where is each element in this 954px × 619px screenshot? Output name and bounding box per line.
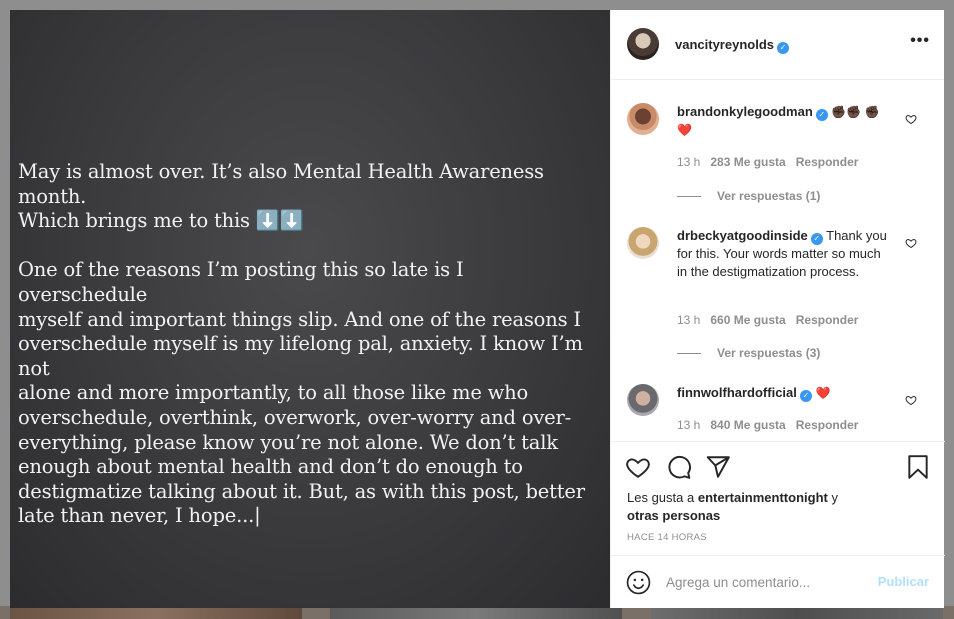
comment-likes-count[interactable]: 660 Me gusta (710, 313, 785, 327)
replies-divider (677, 196, 701, 198)
comment-body: brandonkylegoodman ✓ ✊🏿✊🏿 ✊🏿❤️ (677, 103, 892, 139)
commenter-avatar[interactable] (627, 227, 659, 259)
heart-icon[interactable] (625, 454, 651, 480)
commenter-avatar[interactable] (627, 103, 659, 135)
reply-button[interactable]: Responder (796, 313, 859, 327)
comment-body: drbeckyatgoodinside ✓ Thank you for this.… (677, 227, 892, 281)
verified-badge-icon: ✓ (777, 42, 789, 54)
replies-divider (677, 353, 701, 355)
comment-meta: 13 h 283 Me gusta Responder (677, 155, 868, 169)
post-image: May is almost over. It’s also Mental Hea… (10, 10, 610, 608)
author-username[interactable]: vancityreynolds ✓ (675, 37, 789, 54)
comment-input[interactable] (666, 571, 866, 593)
view-replies-label[interactable]: Ver respuestas (1) (717, 189, 820, 203)
verified-badge-icon: ✓ (815, 109, 828, 121)
comment-likes-count[interactable]: 283 Me gusta (710, 155, 785, 169)
verified-badge-icon: ✓ (810, 233, 823, 245)
comment-like-heart-icon[interactable] (905, 237, 917, 249)
comment-like-heart-icon[interactable] (905, 394, 917, 406)
comment-text: ❤️ (815, 386, 831, 400)
comment-like-heart-icon[interactable] (905, 113, 917, 125)
send-icon[interactable] (705, 454, 731, 480)
view-replies-label[interactable]: Ver respuestas (3) (717, 346, 820, 360)
likes-suffix: y (827, 490, 838, 505)
likes-others-link[interactable]: otras personas (627, 508, 720, 523)
post-paragraph-1: May is almost over. It’s also Mental Hea… (18, 160, 544, 233)
comment-age: 13 h (677, 155, 701, 169)
more-dots-icon[interactable]: ••• (910, 32, 930, 50)
author-avatar[interactable] (627, 28, 659, 60)
verified-badge-icon: ✓ (799, 390, 812, 402)
post-header: vancityreynolds ✓ ••• (611, 10, 944, 80)
comment-likes-count[interactable]: 840 Me gusta (710, 418, 785, 432)
view-replies-button[interactable]: Ver respuestas (3) (677, 346, 820, 360)
comment-body: finnwolfhardofficial ✓ ❤️ (677, 384, 892, 402)
comment-age: 13 h (677, 418, 701, 432)
commenter-avatar[interactable] (627, 384, 659, 416)
comments-list: brandonkylegoodman ✓ ✊🏿✊🏿 ✊🏿❤️ 13 h 283 Me… (611, 81, 945, 441)
post-paragraph-2: One of the reasons I’m posting this so l… (18, 258, 585, 528)
commenter-username[interactable]: drbeckyatgoodinside (677, 228, 808, 243)
comment-icon[interactable] (666, 454, 692, 480)
post-timestamp[interactable]: HACE 14 HORAS (627, 532, 707, 543)
publish-button[interactable]: Publicar (878, 574, 929, 589)
post-image-text: May is almost over. It’s also Mental Hea… (18, 160, 593, 554)
commenter-username[interactable]: brandonkylegoodman (677, 104, 813, 119)
likes-summary: Les gusta a entertainmenttonight y otras… (627, 489, 887, 525)
view-replies-button[interactable]: Ver respuestas (1) (677, 189, 820, 203)
commenter-username[interactable]: finnwolfhardofficial (677, 385, 797, 400)
author-username-text[interactable]: vancityreynolds (675, 37, 774, 52)
likes-prefix: Les gusta a (627, 490, 695, 505)
comment-meta: 13 h 660 Me gusta Responder (677, 313, 868, 327)
smiley-icon[interactable] (626, 570, 651, 595)
reply-button[interactable]: Responder (796, 155, 859, 169)
comment-age: 13 h (677, 313, 701, 327)
add-comment-bar: Publicar (611, 555, 945, 608)
reply-button[interactable]: Responder (796, 418, 859, 432)
bookmark-icon[interactable] (905, 454, 931, 480)
comment-meta: 13 h 840 Me gusta Responder (677, 418, 868, 432)
post-side-panel: vancityreynolds ✓ ••• brandonkylegoodman ✓… (610, 10, 945, 608)
post-actions: Les gusta a entertainmenttonight y otras… (611, 441, 945, 555)
likes-user-link[interactable]: entertainmenttonight (698, 490, 828, 505)
